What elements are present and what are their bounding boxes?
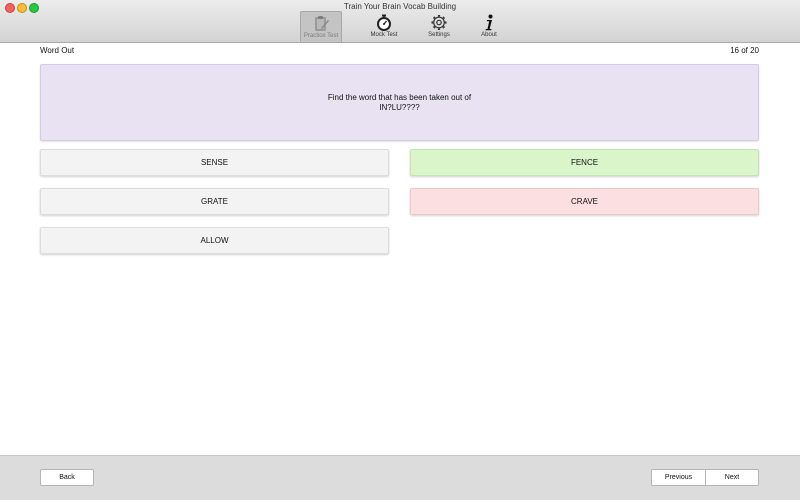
gear-icon (431, 15, 447, 30)
toolbar-mock-test[interactable]: Mock Test (363, 11, 405, 43)
back-button[interactable]: Back (40, 469, 94, 486)
question-prompt: Find the word that has been taken out of (327, 93, 472, 102)
toolbar-label: Mock Test (370, 32, 398, 38)
section-title: Word Out (40, 46, 75, 55)
question-text: Find the word that has been taken out of… (41, 93, 758, 113)
question-progress: 16 of 20 (730, 46, 759, 55)
toolbar-settings[interactable]: Settings (418, 11, 460, 43)
window-titlebar: Train Your Brain Vocab Building Practice… (0, 0, 800, 43)
answer-option-wrong[interactable]: CRAVE (410, 188, 759, 215)
toolbar-label: Settings (428, 32, 450, 38)
toolbar-practice-test[interactable]: Practice Test (300, 11, 342, 43)
next-button[interactable]: Next (705, 469, 759, 486)
toolbar-label: Practice Test (303, 33, 339, 39)
stopwatch-icon (377, 14, 391, 31)
answer-option[interactable]: SENSE (40, 149, 389, 176)
question-fragment: IN?LU???? (379, 103, 420, 112)
question-card: Find the word that has been taken out of… (40, 64, 759, 141)
answer-option[interactable]: ALLOW (40, 227, 389, 254)
clipboard-icon (315, 16, 329, 31)
window-title: Train Your Brain Vocab Building (343, 2, 457, 11)
answer-option[interactable]: GRATE (40, 188, 389, 215)
info-icon (485, 14, 493, 31)
previous-button[interactable]: Previous (651, 469, 706, 486)
toolbar-label: About (481, 32, 497, 38)
answer-option-correct[interactable]: FENCE (410, 149, 759, 176)
toolbar-about[interactable]: About (468, 11, 510, 43)
